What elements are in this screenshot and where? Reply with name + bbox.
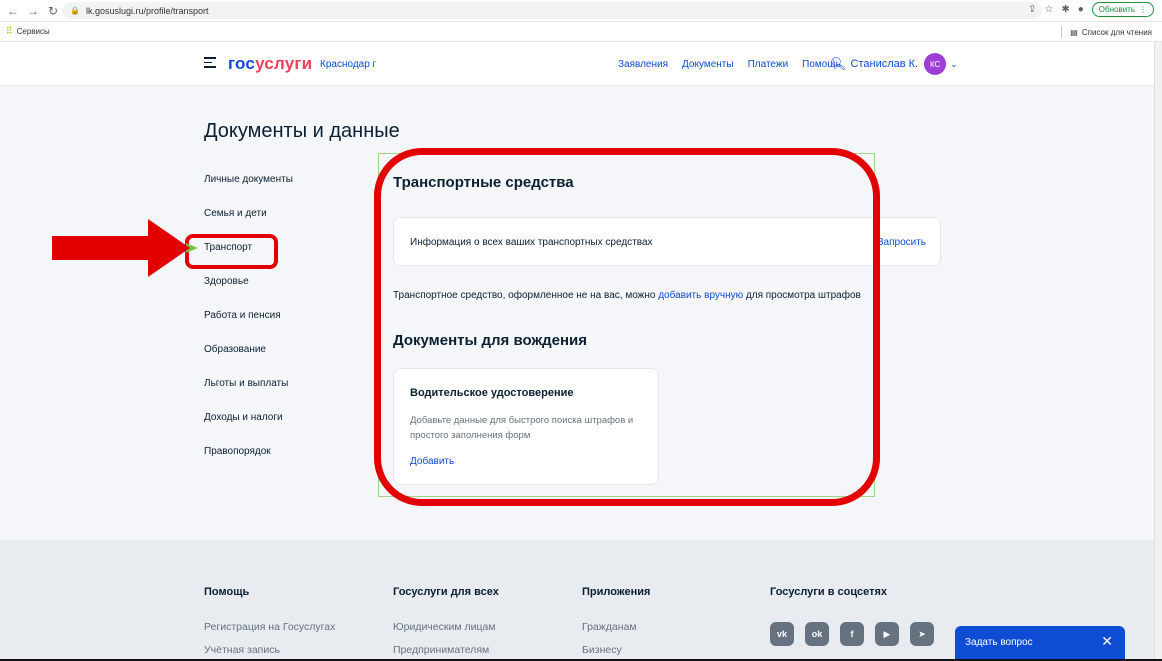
sidebar-item-taxes[interactable]: Доходы и налоги [204,412,293,446]
city-selector[interactable]: Краснодар г [320,59,376,70]
footer-link[interactable]: Учётная запись [204,644,335,656]
sidebar-item-transport[interactable]: Транспорт [185,234,293,276]
request-link[interactable]: Запросить [877,237,926,248]
social-links: vk ok f ▶ ➤ [770,622,934,646]
main-content: Документы и данные Личные документы Семь… [0,86,1162,540]
gosuslugi-logo[interactable]: госуслуги [228,54,312,74]
footer-link[interactable]: Регистрация на Госуслугах [204,621,335,633]
nav-documents[interactable]: Документы [682,59,734,70]
telegram-icon[interactable]: ➤ [910,622,934,646]
reading-list-icon: ▤ [1070,27,1078,37]
address-bar[interactable]: 🔒 lk.gosuslugi.ru/profile/transport [62,2,1042,19]
forward-arrow-icon[interactable]: → [26,4,40,18]
apps-bookmark[interactable]: ⠿ Сервисы [6,26,50,37]
annotation-arrow-icon [52,219,190,277]
divider [1061,26,1063,38]
odnoklassniki-icon[interactable]: ok [805,622,829,646]
footer-column-for-all: Госуслуги для всех Юридическим лицам Пре… [393,586,499,656]
user-name: Станислав К. [850,58,919,70]
annotation-red-oval [374,148,880,506]
avatar: КС [924,53,947,75]
site-header: госуслуги Краснодар г Заявления Документ… [0,42,1162,86]
apps-grid-icon: ⠿ [6,26,13,36]
bookmarks-bar: ⠿ Сервисы ▤ Список для чтения [0,22,1162,42]
sidebar-item-personal-documents[interactable]: Личные документы [204,174,293,208]
browser-toolbar: ← → ↻ 🔒 lk.gosuslugi.ru/profile/transpor… [0,0,1162,22]
footer-heading: Помощь [204,586,250,598]
reload-icon[interactable]: ↻ [46,4,60,18]
sidebar-item-health[interactable]: Здоровье [204,276,293,310]
footer-column-socials: Госуслуги в соцсетях [770,586,887,598]
burger-menu-icon[interactable] [204,57,216,68]
search-icon[interactable]: 🔍︎ [830,56,847,72]
footer-link[interactable]: Гражданам [582,621,650,633]
reading-list-button[interactable]: ▤ Список для чтения [1061,26,1152,38]
page-title: Документы и данные [204,120,400,142]
nav-applications[interactable]: Заявления [618,59,668,70]
lock-icon: 🔒 [70,6,80,15]
sidebar-item-law[interactable]: Правопорядок [204,446,293,480]
update-label: Обновить [1098,5,1135,14]
youtube-icon[interactable]: ▶ [875,622,899,646]
user-menu[interactable]: 🔍︎ Станислав К. КС ⌄ [830,53,958,75]
reading-list-label: Список для чтения [1081,27,1152,37]
profile-icon[interactable]: ● [1078,4,1084,15]
footer-heading: Госуслуги для всех [393,586,499,598]
url-text: lk.gosuslugi.ru/profile/transport [85,5,209,16]
apps-label: Сервисы [16,27,50,36]
back-arrow-icon[interactable]: ← [6,4,20,18]
sidebar-item-education[interactable]: Образование [204,344,293,378]
footer-heading: Приложения [582,586,651,598]
top-nav: Заявления Документы Платежи Помощь [618,59,841,70]
footer-link[interactable]: Предпринимателям [393,644,499,656]
extensions-icon[interactable]: ✱ [1061,4,1069,15]
sidebar-item-benefits[interactable]: Льготы и выплаты [204,378,293,412]
facebook-icon[interactable]: f [840,622,864,646]
sidebar: Личные документы Семья и дети Транспорт … [185,174,293,480]
close-icon[interactable]: ✕ [1101,633,1113,650]
nav-payments[interactable]: Платежи [748,59,789,70]
annotation-highlight-box [185,234,278,269]
footer-link[interactable]: Бизнесу [582,644,650,656]
footer-heading: Госуслуги в соцсетях [770,586,887,598]
footer-column-apps: Приложения Гражданам Бизнесу [582,586,650,656]
share-icon[interactable]: ⇪ [1028,4,1036,15]
sidebar-item-work[interactable]: Работа и пенсия [204,310,293,344]
star-icon[interactable]: ☆ [1044,4,1053,15]
footer-column-help: Помощь Регистрация на Госуслугах Учётная… [204,586,335,656]
ask-question-label: Задать вопрос [965,637,1033,648]
ask-question-widget[interactable]: Задать вопрос ✕ [955,626,1125,661]
scrollbar[interactable] [1154,42,1162,661]
chevron-down-icon: ⌄ [950,58,958,69]
footer-link[interactable]: Юридическим лицам [393,621,499,633]
update-button[interactable]: Обновить ⋮ [1091,2,1154,17]
vk-icon[interactable]: vk [770,622,794,646]
menu-dots-icon: ⋮ [1139,5,1147,14]
